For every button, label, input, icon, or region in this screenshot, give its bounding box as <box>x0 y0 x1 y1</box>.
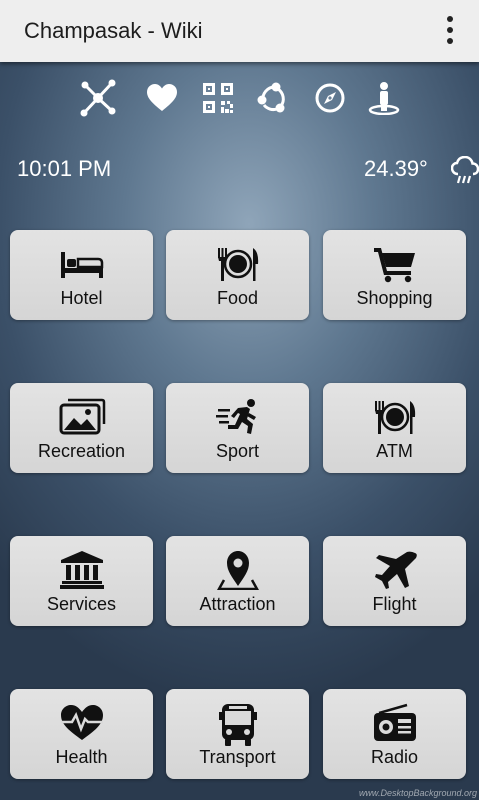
tile-hotel[interactable]: Hotel <box>10 230 153 320</box>
compass-icon[interactable] <box>310 76 350 120</box>
bed-icon <box>58 244 106 284</box>
network-icon[interactable] <box>78 76 118 120</box>
tile-label: Radio <box>370 747 419 767</box>
tile-shopping[interactable]: Shopping <box>323 230 466 320</box>
tile-services[interactable]: Services <box>10 536 153 626</box>
tile-food[interactable]: Food <box>166 230 309 320</box>
tile-health[interactable]: Health <box>10 689 153 779</box>
rain-cloud-icon <box>450 155 479 186</box>
tile-label: Hotel <box>60 288 103 308</box>
tile-label: Services <box>46 594 117 614</box>
tile-label: Flight <box>372 594 417 614</box>
bus-icon <box>214 703 262 746</box>
tile-label: Food <box>216 288 259 308</box>
tile-radio[interactable]: Radio <box>323 689 466 779</box>
qr-code-icon[interactable] <box>198 76 238 120</box>
tile-label: Transport <box>199 747 276 767</box>
person-location-icon[interactable] <box>364 76 404 120</box>
tile-transport[interactable]: Transport <box>166 689 309 779</box>
plate-cutlery-icon <box>214 244 262 284</box>
tile-atm[interactable]: ATM <box>323 383 466 473</box>
airplane-icon <box>371 550 419 590</box>
tile-flight[interactable]: Flight <box>323 536 466 626</box>
heart-pulse-icon <box>58 703 106 743</box>
clock-time: 10:01 PM <box>17 156 112 181</box>
quick-actions-bar <box>0 76 479 122</box>
tile-label: Recreation <box>37 441 126 461</box>
tile-label: ATM <box>376 441 413 461</box>
tile-recreation[interactable]: Recreation <box>10 383 153 473</box>
app-bar: Champasak - Wiki <box>0 0 479 62</box>
watermark: www.DesktopBackground.org <box>358 788 477 798</box>
tile-label: Health <box>55 747 108 767</box>
shopping-cart-icon <box>371 244 419 284</box>
running-icon <box>214 397 262 437</box>
plate-cutlery-icon <box>371 397 419 437</box>
photos-icon <box>58 397 106 437</box>
heart-icon[interactable] <box>142 76 182 120</box>
radio-icon <box>371 703 419 743</box>
tile-sport[interactable]: Sport <box>166 383 309 473</box>
tile-attraction[interactable]: Attraction <box>166 536 309 626</box>
app-title: Champasak - Wiki <box>24 18 203 43</box>
tile-label: Shopping <box>356 288 433 308</box>
overflow-menu-icon[interactable] <box>441 14 459 46</box>
map-pin-icon <box>214 550 262 591</box>
tile-label: Attraction <box>199 594 276 614</box>
share-icon[interactable] <box>252 76 292 120</box>
temperature: 24.39° <box>364 156 428 181</box>
bank-building-icon <box>58 550 106 590</box>
tile-label: Sport <box>215 441 260 461</box>
